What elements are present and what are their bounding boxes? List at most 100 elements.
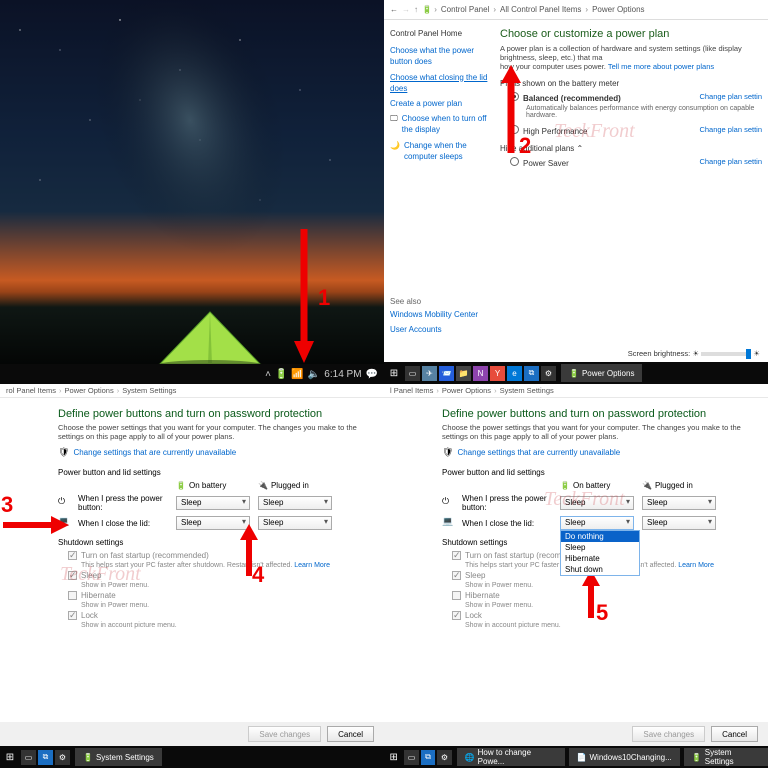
option-shutdown[interactable]: Shut down	[561, 564, 639, 575]
battery-icon[interactable]: 🔋	[275, 369, 287, 380]
learn-more-link[interactable]: Learn More	[294, 562, 330, 569]
plans-label: Plans shown on the battery meter	[500, 79, 762, 88]
cancel-button[interactable]: Cancel	[711, 726, 758, 742]
option-hibernate[interactable]: Hibernate	[561, 553, 639, 564]
annotation-arrow-3: 3	[1, 514, 71, 536]
taskbar-window-button[interactable]: 🔋Power Options	[561, 364, 642, 382]
action-center-icon[interactable]: 💬	[366, 369, 378, 380]
link-mobility[interactable]: Windows Mobility Center	[390, 309, 488, 320]
taskbar-window-button[interactable]: 📄Windows10Changing...	[569, 748, 680, 766]
dropdown-lid-plugged[interactable]: Sleep	[642, 516, 716, 530]
button-bar: Save changes Cancel	[0, 722, 384, 746]
nav-back-icon[interactable]: ←	[390, 5, 398, 14]
moon-icon: 🌙	[390, 140, 400, 151]
taskbar-app-icon[interactable]: Y	[490, 366, 505, 381]
nav-fwd-icon: →	[402, 5, 410, 14]
taskbar-app-icon[interactable]: ⧉	[421, 750, 435, 765]
taskbar-window-button[interactable]: 🔋System Settings	[75, 748, 162, 766]
settings-icon[interactable]: ⚙	[541, 366, 556, 381]
address-bar[interactable]: ← → ↑ 🔋 › Control Panel› All Control Pan…	[384, 0, 768, 20]
option-do-nothing[interactable]: Do nothing	[561, 531, 639, 542]
task-view-icon[interactable]: ▭	[405, 366, 420, 381]
change-plan-link[interactable]: Change plan settin	[699, 125, 762, 134]
battery-icon: 🔋	[560, 481, 570, 490]
start-button[interactable]: ⊞	[384, 752, 403, 763]
start-button[interactable]: ⊞	[0, 752, 20, 763]
taskbar-window-button[interactable]: 🔋System Settings	[684, 748, 768, 766]
taskbar-window-button[interactable]: 🌐How to change Powe...	[457, 748, 565, 766]
taskbar-app-icon[interactable]: N	[473, 366, 488, 381]
link-closing-lid[interactable]: Choose what closing the lid does	[390, 72, 488, 94]
taskbar-app-icon[interactable]: ⚙	[437, 750, 451, 765]
system-tray[interactable]: ˄ 🔋 📶 🔈 6:14 PM 💬	[265, 369, 378, 380]
main-content: Choose or customize a power plan A power…	[494, 20, 768, 384]
checkbox-sleep	[452, 571, 461, 580]
wifi-icon[interactable]: 📶	[291, 369, 303, 380]
system-settings-dropdown-panel: l Panel Items› Power Options› System Set…	[384, 384, 768, 768]
start-button[interactable]: ⊞	[384, 368, 404, 379]
annotation-arrow-5: 5	[580, 570, 602, 620]
breadcrumb[interactable]: l Panel Items› Power Options› System Set…	[384, 384, 768, 398]
taskbar-app-icon[interactable]: ⧉	[38, 750, 53, 765]
checkbox-lock	[68, 611, 77, 620]
dropdown-power-battery[interactable]: Sleep	[176, 496, 250, 510]
checkbox-fast-startup	[68, 551, 77, 560]
dropdown-list[interactable]: Do nothing Sleep Hibernate Shut down	[560, 530, 640, 576]
page-title: Define power buttons and turn on passwor…	[442, 408, 748, 420]
taskbar[interactable]: ⊞ ▭ ✈ 📨 📁 N Y e ⧉ ⚙ 🔋Power Options	[384, 362, 768, 384]
learn-more-link[interactable]: Learn More	[678, 562, 714, 569]
task-view-icon[interactable]: ▭	[404, 750, 418, 765]
taskbar[interactable]: ˄ 🔋 📶 🔈 6:14 PM 💬	[0, 364, 384, 384]
plug-icon: 🔌	[642, 481, 652, 490]
page-title: Choose or customize a power plan	[500, 28, 762, 40]
plug-icon: 🔌	[258, 481, 268, 490]
save-button: Save changes	[632, 726, 705, 742]
battery-icon: 🔋	[176, 481, 186, 490]
breadcrumb[interactable]: rol Panel Items› Power Options› System S…	[0, 384, 384, 398]
tray-chevron-icon[interactable]: ˄	[265, 369, 271, 380]
annotation-arrow-1: 1	[292, 225, 316, 365]
power-button-icon: ⏻	[442, 496, 456, 510]
brightness-slider[interactable]	[701, 352, 751, 356]
page-title: Define power buttons and turn on passwor…	[58, 408, 364, 420]
desktop-panel: 1 ˄ 🔋 📶 🔈 6:14 PM 💬	[0, 0, 384, 384]
taskbar[interactable]: ⊞ ▭ ⧉ ⚙ 🌐How to change Powe... 📄Windows1…	[384, 746, 768, 768]
volume-icon[interactable]: 🔈	[308, 369, 320, 380]
edge-icon[interactable]: e	[507, 366, 522, 381]
change-settings-link[interactable]: Change settings that are currently unava…	[457, 448, 620, 457]
link-power-button[interactable]: Choose what the power button does	[390, 45, 488, 67]
clock-text[interactable]: 6:14 PM	[324, 369, 361, 380]
radio-powersaver[interactable]	[510, 157, 519, 166]
checkbox-hibernate	[452, 591, 461, 600]
system-settings-panel: rol Panel Items› Power Options› System S…	[0, 384, 384, 768]
button-bar: Save changes Cancel	[384, 722, 768, 746]
taskbar-app-icon[interactable]: ✈	[422, 366, 437, 381]
taskbar-app-icon[interactable]: ⚙	[55, 750, 70, 765]
cancel-button[interactable]: Cancel	[327, 726, 374, 742]
link-sleep[interactable]: Change when the computer sleeps	[404, 140, 488, 162]
annotation-arrow-4: 4	[238, 524, 260, 578]
taskbar-app-icon[interactable]: ⧉	[524, 366, 539, 381]
dropdown-lid-plugged[interactable]: Sleep	[258, 516, 332, 530]
link-create-plan[interactable]: Create a power plan	[390, 98, 488, 109]
checkbox-fast-startup	[452, 551, 461, 560]
taskbar-app-icon[interactable]: 📨	[439, 366, 454, 381]
learn-more-link[interactable]: Tell me more about power plans	[608, 62, 714, 71]
checkbox-lock	[452, 611, 461, 620]
link-turn-off-display[interactable]: Choose when to turn off the display	[402, 113, 488, 135]
change-settings-link[interactable]: Change settings that are currently unava…	[73, 448, 236, 457]
dropdown-power-plugged[interactable]: Sleep	[642, 496, 716, 510]
dropdown-power-battery[interactable]: Sleep	[560, 496, 634, 510]
option-sleep[interactable]: Sleep	[561, 542, 639, 553]
collapse-icon[interactable]: ⌃	[577, 144, 584, 153]
dropdown-power-plugged[interactable]: Sleep	[258, 496, 332, 510]
file-explorer-icon[interactable]: 📁	[456, 366, 471, 381]
dropdown-lid-battery[interactable]: Sleep Do nothing Sleep Hibernate Shut do…	[560, 516, 634, 530]
link-user-accounts[interactable]: User Accounts	[390, 324, 488, 335]
change-plan-link[interactable]: Change plan settin	[699, 92, 762, 101]
taskbar[interactable]: ⊞ ▭ ⧉ ⚙ 🔋System Settings	[0, 746, 384, 768]
see-also-label: See also	[390, 296, 488, 307]
task-view-icon[interactable]: ▭	[21, 750, 36, 765]
change-plan-link[interactable]: Change plan settin	[699, 157, 762, 166]
power-options-panel: ← → ↑ 🔋 › Control Panel› All Control Pan…	[384, 0, 768, 384]
